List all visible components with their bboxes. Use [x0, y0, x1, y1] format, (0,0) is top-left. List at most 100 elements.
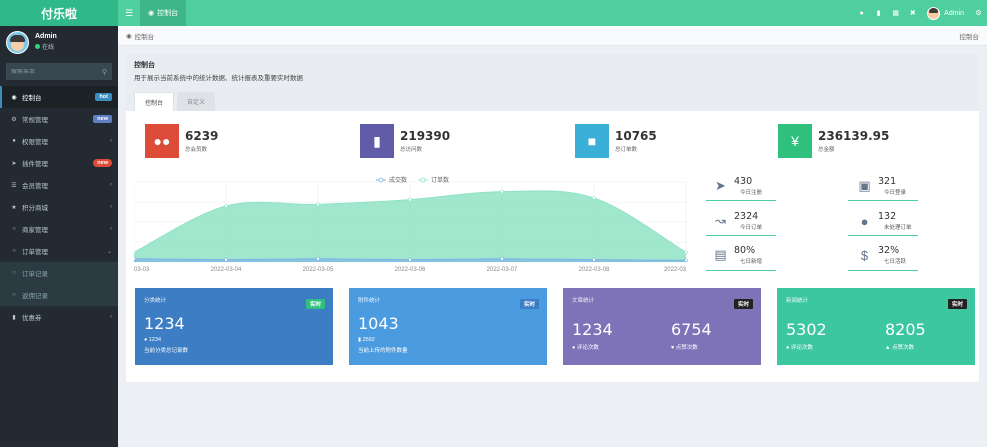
realtime-badge: 实时: [519, 299, 539, 309]
chevron-left-icon: ‹: [110, 226, 112, 232]
users-icon: ●: [860, 213, 869, 229]
series-point-0-6: [684, 258, 688, 263]
user-icon: ▲: [885, 345, 892, 351]
divider: [848, 270, 918, 271]
legend-marker: [420, 177, 426, 183]
shopping-bag-icon: ■: [575, 124, 609, 158]
sidebar-menu: ◉ 控制台 hot ⚙ 常规管理 new ● 权限管理 ‹ ➤ 插件管理 new…: [0, 86, 118, 328]
language-icon[interactable]: ▦: [887, 0, 904, 26]
series-point-1-4: [500, 189, 504, 194]
top-tab-dashboard[interactable]: ◉ 控制台: [140, 0, 187, 26]
panel-tabs: 控制台 自定义: [134, 92, 216, 111]
sidebar-item-points-mall[interactable]: ★ 积分商城 ‹: [0, 196, 118, 218]
divider: [848, 235, 918, 236]
mini-stat-pending-orders: ● 132 未处理订单: [856, 211, 912, 231]
stat-card-orders: ■ 10765 总订单数: [575, 124, 657, 158]
panel-header: 控制台 用于展示当前系统中的统计数据、统计报表及重要实时数据 控制台 自定义: [126, 54, 979, 111]
sidebar-item-member[interactable]: ☰ 会员管理 ‹: [0, 174, 118, 196]
badge-hot: hot: [95, 93, 112, 101]
divider: [848, 200, 918, 201]
circle-icon: ○: [12, 292, 16, 298]
list-icon: ▤: [714, 247, 727, 262]
fullscreen-icon[interactable]: ✖: [904, 0, 921, 26]
app-logo[interactable]: 付乐啦: [0, 0, 118, 26]
sidebar-item-auth[interactable]: ● 权限管理 ‹: [0, 130, 118, 152]
user-status: 在线: [35, 42, 57, 51]
sidebar-item-commission-records[interactable]: ○ 返佣记录: [0, 284, 118, 306]
rocket-icon: ➤: [11, 160, 17, 167]
rocket-icon: ➤: [715, 178, 726, 193]
users-icon: ●●: [145, 124, 179, 158]
sidebar-item-dashboard[interactable]: ◉ 控制台 hot: [0, 86, 118, 108]
x-tick-label: 2022-03-06: [395, 267, 426, 273]
x-tick-label: 2022-03-05: [303, 267, 334, 273]
sidebar-item-addon[interactable]: ➤ 插件管理 new: [0, 152, 118, 174]
sidebar: Admin 在线 ⚲ ◉ 控制台 hot ⚙ 常规管理 new ● 权限管理 ‹…: [0, 26, 118, 447]
orders-area-chart: 03-03 2022-03-04 2022-03-05 2022-03-06 2022-…: [134, 174, 690, 274]
mini-stat-seven-day-new: ▤ 80% 七日新增: [712, 245, 762, 265]
app-title: 付乐啦: [40, 6, 77, 21]
series-point-1-1: [224, 204, 228, 208]
sidebar-item-merchant[interactable]: ○ 商家管理 ‹: [0, 218, 118, 240]
gears-icon: ⚙: [11, 116, 17, 123]
series-point-1-2: [316, 202, 320, 207]
menu-toggle-icon[interactable]: ☰: [118, 0, 140, 26]
mini-stat-today-register: ➤ 430 今日注册: [712, 176, 762, 196]
series-point-0-2: [316, 257, 320, 261]
dollar-icon: $: [860, 247, 869, 263]
series-point-0-3: [408, 257, 412, 262]
series-point-1-5: [592, 196, 596, 200]
trash-icon[interactable]: ▮: [870, 0, 887, 26]
x-tick-label: 2022-03-08: [579, 267, 610, 273]
sidebar-item-order-records[interactable]: ○ 订单记录: [0, 262, 118, 284]
legend-label: 订单数: [431, 176, 449, 184]
page-title: 控制台: [134, 62, 155, 69]
sidebar-item-orders[interactable]: ○ 订单管理 ⌄: [0, 240, 118, 262]
tab-custom[interactable]: 自定义: [177, 92, 216, 111]
avatar: [6, 30, 29, 54]
top-user-menu[interactable]: Admin: [921, 6, 970, 20]
circle-icon: ○: [12, 270, 16, 276]
circle-icon: ○: [12, 226, 16, 232]
mini-stat-today-login: ▣ 321 今日登录: [856, 176, 906, 196]
dashboard-icon: ◉: [11, 94, 17, 101]
sidebar-item-coupons[interactable]: ▮ 优惠券 ‹: [0, 306, 118, 328]
bookmark-icon: ▮: [12, 314, 16, 321]
series-point-1-0: [134, 250, 136, 255]
sidebar-user-name: Admin: [35, 33, 57, 40]
badge-new: new: [93, 159, 112, 167]
chevron-left-icon: ‹: [110, 138, 112, 144]
stat-card-visits: ▮ 219390 总访问数: [360, 124, 450, 158]
circle-icon: ○: [12, 248, 16, 254]
search-icon[interactable]: ⚲: [102, 68, 107, 76]
group-icon: ●: [12, 138, 16, 144]
box-attachment-stats: 附件统计 实时 1043 ▮ 2592 当前上传的附件数量: [349, 288, 547, 365]
realtime-badge: 实时: [947, 299, 967, 309]
breadcrumb-right: 控制台: [959, 33, 980, 41]
series-point-1-6: [684, 250, 688, 255]
x-tick-label: 2022-03: [664, 267, 687, 273]
breadcrumb-current[interactable]: 控制台: [135, 31, 155, 41]
breadcrumb: ◉ 控制台 控制台: [118, 26, 987, 46]
dashboard-icon: ◉: [126, 32, 132, 40]
badge-new: new: [93, 115, 112, 123]
sidebar-item-general[interactable]: ⚙ 常规管理 new: [0, 108, 118, 130]
box-category-stats: 分类统计 实时 1234 ● 1234 当前分类总记录数: [135, 288, 333, 365]
page-subtitle: 用于展示当前系统中的统计数据、统计报表及重要实时数据: [134, 75, 303, 82]
x-tick-label: 2022-03-04: [211, 267, 242, 273]
box-article-stats: 文章统计 实时 1234 ● 评论次数 6754 ♥ 点赞次数: [563, 288, 761, 365]
online-dot-icon: [35, 44, 40, 49]
series-point-1-3: [408, 197, 412, 202]
search-input[interactable]: [11, 68, 91, 75]
tab-dashboard[interactable]: 控制台: [134, 92, 175, 111]
divider: [706, 200, 776, 201]
home-icon[interactable]: ●: [853, 0, 870, 26]
chevron-left-icon: ‹: [110, 182, 112, 188]
x-tick-label: 03-03: [134, 267, 150, 273]
chevron-left-icon: ‹: [110, 314, 112, 320]
series-point-0-1: [224, 257, 228, 262]
realtime-badge: 实时: [305, 299, 325, 309]
settings-gear-icon[interactable]: ⚙: [970, 0, 987, 26]
top-navbar: ☰ ◉ 控制台 ● ▮ ▦ ✖ Admin ⚙: [118, 0, 987, 26]
divider: [706, 270, 776, 271]
